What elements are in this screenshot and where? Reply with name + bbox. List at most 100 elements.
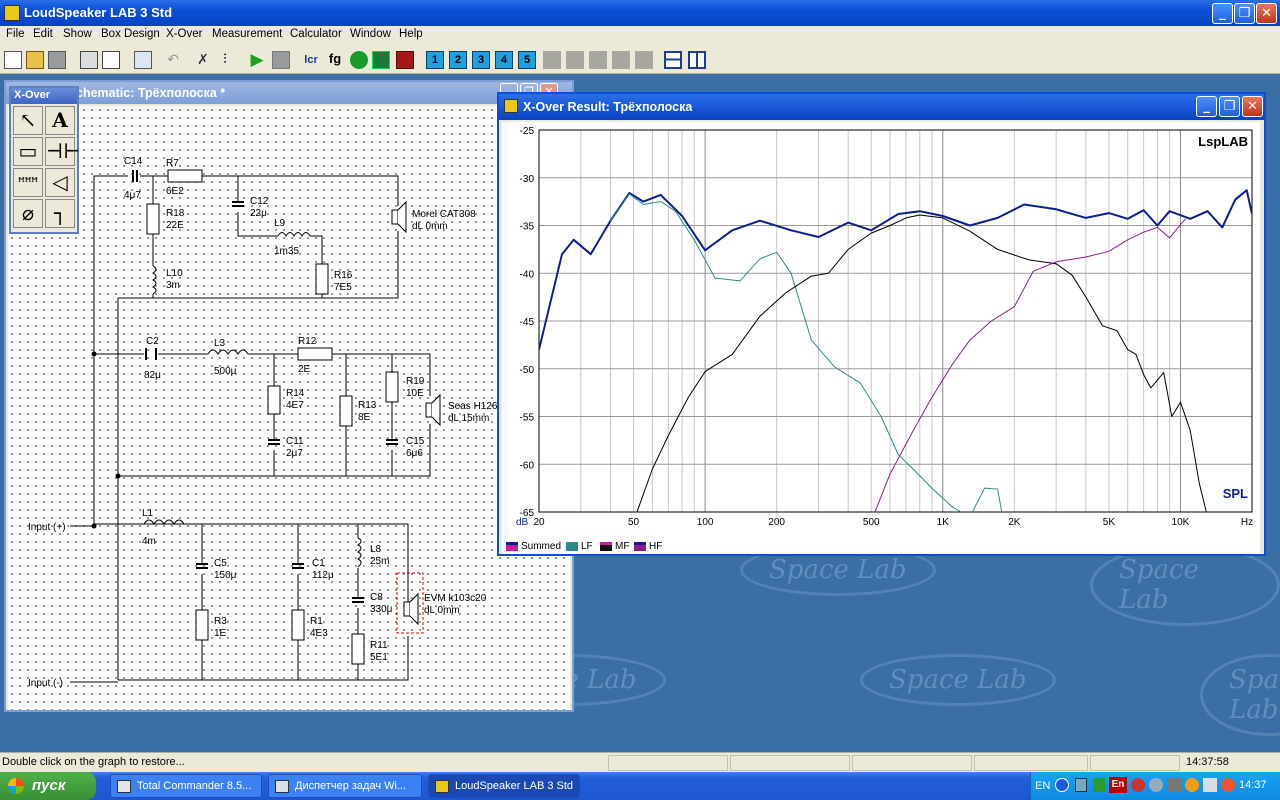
- tray-icon[interactable]: [1167, 778, 1181, 792]
- label-c15: C15: [406, 436, 425, 447]
- keyboard-layout-indicator[interactable]: En: [1109, 777, 1127, 793]
- menu-show[interactable]: Show: [63, 28, 92, 40]
- memory-10-button[interactable]: [635, 51, 653, 69]
- minimize-button[interactable]: _: [1212, 3, 1233, 24]
- language-indicator[interactable]: EN: [1035, 780, 1050, 792]
- red-graph-icon[interactable]: [396, 51, 414, 69]
- menu-file[interactable]: File: [6, 28, 25, 40]
- task-total-commander[interactable]: Total Commander 8.5...: [110, 774, 262, 798]
- memory-7-button[interactable]: [566, 51, 584, 69]
- speaker-tool-icon[interactable]: ◁: [45, 168, 75, 197]
- undo-icon[interactable]: ↶: [164, 51, 182, 69]
- x-tick-label: 10K: [1172, 517, 1190, 528]
- print-preview-icon[interactable]: [102, 51, 120, 69]
- tile-horizontal-icon[interactable]: [664, 51, 682, 69]
- memory-3-button[interactable]: 3: [472, 51, 490, 69]
- memory-2-button[interactable]: 2: [449, 51, 467, 69]
- run-icon[interactable]: ▶: [248, 51, 266, 69]
- memory-5-button[interactable]: 5: [518, 51, 536, 69]
- task-loudspeaker-lab[interactable]: LoudSpeaker LAB 3 Std: [428, 774, 580, 798]
- wire-tool-icon[interactable]: ┐: [45, 199, 75, 228]
- menu-help[interactable]: Help: [399, 28, 423, 40]
- xover-minimize-button[interactable]: _: [1196, 96, 1217, 117]
- inductor-tool-icon[interactable]: ꟸꟸꟸ: [13, 168, 43, 197]
- menu-measurement[interactable]: Measurement: [212, 28, 282, 40]
- xover-maximize-button[interactable]: ❐: [1219, 96, 1240, 117]
- label-r7: R7: [166, 158, 179, 169]
- spl-chart-area[interactable]: -25 -30 -35 -40 -45 -50 -55 -60 -65 20 50 100 200 500…: [502, 122, 1260, 540]
- hf-delay: dL 0mm: [412, 221, 448, 232]
- menu-box-design[interactable]: Box Design: [101, 28, 160, 40]
- label-r14: R14: [286, 388, 305, 399]
- status-bar: Double click on the graph to restore... …: [0, 752, 1280, 772]
- capacitor-tool-icon[interactable]: ⊣⊢: [45, 137, 80, 166]
- spl-chart[interactable]: -25-30-35-40-45-50-55-60-6520 50 100 200 500…: [502, 122, 1260, 540]
- close-button[interactable]: ✕: [1256, 3, 1277, 24]
- start-button[interactable]: пуск: [0, 772, 96, 800]
- maximize-button[interactable]: ❐: [1234, 3, 1255, 24]
- menu-x-over[interactable]: X-Over: [166, 28, 202, 40]
- palette-title[interactable]: X-Over: [11, 88, 77, 104]
- schematic-title-bar[interactable]: chematic: Трёхполоска * _ ❐ ✕: [6, 82, 572, 104]
- new-file-icon[interactable]: [4, 51, 22, 69]
- xover-close-button[interactable]: ✕: [1242, 96, 1263, 117]
- stop-icon[interactable]: [272, 51, 290, 69]
- schematic-window[interactable]: chematic: Трёхполоска * _ ❐ ✕: [4, 80, 574, 712]
- xover-result-window[interactable]: X-Over Result: Трёхполоска _ ❐ ✕ -25 -30 -…: [497, 92, 1266, 556]
- save-icon[interactable]: [48, 51, 66, 69]
- probe-tool-icon[interactable]: ⌀: [13, 199, 43, 228]
- xover-window-icon: [504, 99, 518, 113]
- print-icon[interactable]: [80, 51, 98, 69]
- resistor-tool-icon[interactable]: ▭: [13, 137, 43, 166]
- lcr-icon[interactable]: lcr: [302, 51, 320, 69]
- copy-icon[interactable]: [134, 51, 152, 69]
- xover-title-bar[interactable]: X-Over Result: Трёхполоска _ ❐ ✕: [499, 94, 1264, 120]
- app-title: LoudSpeaker LAB 3 Std: [24, 5, 173, 20]
- tile-vertical-icon[interactable]: [688, 51, 706, 69]
- back-arrow-icon[interactable]: [1055, 778, 1069, 792]
- label-hf-driver: Morel CAT308: [412, 209, 476, 220]
- green-circle-icon[interactable]: [350, 51, 368, 69]
- value-l8: 25m: [370, 556, 389, 567]
- tray-icon[interactable]: [1221, 778, 1235, 792]
- tray-icon[interactable]: [1149, 778, 1163, 792]
- network-icon[interactable]: [1075, 778, 1087, 792]
- input-negative-label: Input (-): [28, 678, 63, 689]
- label-lf-driver: EVM k103c20: [424, 593, 487, 604]
- memory-9-button[interactable]: [612, 51, 630, 69]
- toolbar: ↶ ✗ ⫶ ▶ lcr fg 1 2 3 4 5: [0, 46, 1280, 74]
- green-tray-icon[interactable]: [1093, 778, 1105, 792]
- menu-edit[interactable]: Edit: [33, 28, 53, 40]
- menu-calculator[interactable]: Calculator: [290, 28, 342, 40]
- pointer-tool-icon[interactable]: ↖: [13, 106, 43, 135]
- value-l10: 3m: [166, 280, 180, 291]
- memory-8-button[interactable]: [589, 51, 607, 69]
- value-l3: 500μ: [214, 366, 237, 377]
- task-task-manager[interactable]: Диспетчер задач Wi...: [268, 774, 422, 798]
- label-r1: R1: [310, 616, 323, 627]
- tray-icon[interactable]: [1185, 778, 1199, 792]
- loudspeaker-lab-icon: [435, 780, 449, 793]
- mf-delay: dL 15mm: [448, 413, 489, 424]
- schematic-canvas[interactable]: C14 4μ7 R7 6E2 R18 22E C12 22μ L9 1m35 R…: [8, 106, 570, 710]
- schematic-drawing[interactable]: C14 4μ7 R7 6E2 R18 22E C12 22μ L9 1m35 R…: [8, 106, 570, 710]
- text-tool-icon[interactable]: A: [45, 106, 75, 135]
- fg-button[interactable]: fg: [326, 51, 344, 69]
- memory-4-button[interactable]: 4: [495, 51, 513, 69]
- chart-legend: Summed LF MF HF: [502, 540, 1260, 554]
- volume-icon[interactable]: [1203, 778, 1217, 792]
- memory-6-button[interactable]: [543, 51, 561, 69]
- memory-1-button[interactable]: 1: [426, 51, 444, 69]
- tools-icon[interactable]: ✗: [194, 51, 212, 69]
- open-folder-icon[interactable]: [26, 51, 44, 69]
- label-r18: R18: [166, 208, 185, 219]
- component-palette[interactable]: X-Over ↖ A ▭ ⊣⊢ ꟸꟸꟸ ◁ ⌀ ┐: [9, 86, 80, 234]
- value-c14: 4μ7: [124, 190, 141, 201]
- menu-window[interactable]: Window: [350, 28, 391, 40]
- value-r12: 2E: [298, 364, 311, 375]
- value-r14: 4E7: [286, 400, 304, 411]
- antivirus-icon[interactable]: [1131, 778, 1145, 792]
- label-l9: L9: [274, 218, 286, 229]
- sliders-icon[interactable]: ⫶: [216, 51, 234, 69]
- green-graph-icon[interactable]: [372, 51, 390, 69]
